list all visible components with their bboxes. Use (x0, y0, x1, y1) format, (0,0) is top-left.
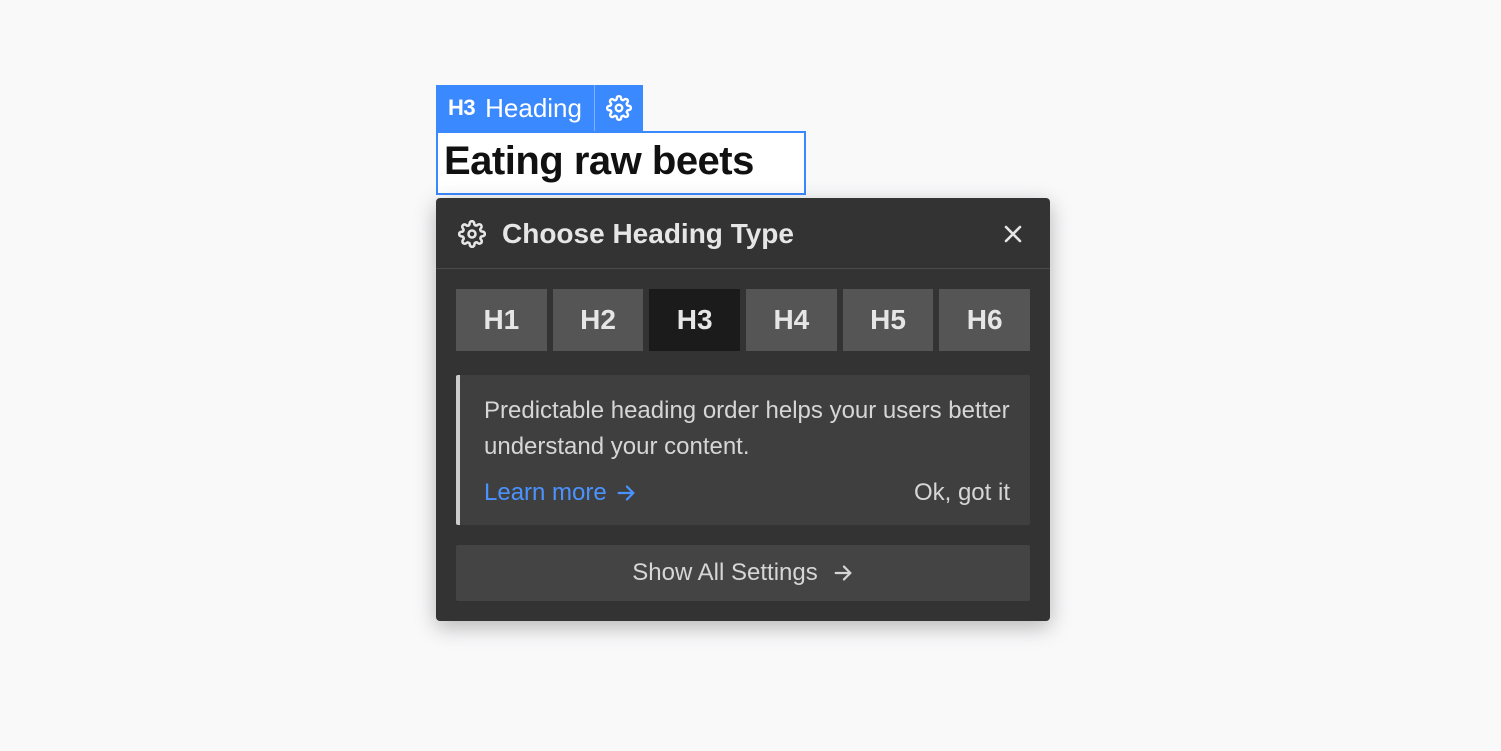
heading-level-h5-button[interactable]: H5 (843, 289, 934, 351)
heading-level-h2-button[interactable]: H2 (553, 289, 644, 351)
tip-actions: Learn more Ok, got it (484, 479, 1010, 507)
block-tag: H3 Heading (436, 85, 643, 131)
heading-level-h4-button[interactable]: H4 (746, 289, 837, 351)
tip-text: Predictable heading order helps your use… (484, 393, 1010, 465)
heading-level-h3-button[interactable]: H3 (649, 289, 740, 351)
heading-level-icon: H3 (448, 95, 475, 121)
panel-body: H1H2H3H4H5H6 Predictable heading order h… (436, 269, 1050, 545)
learn-more-label: Learn more (484, 479, 607, 507)
block-settings-button[interactable] (595, 85, 643, 131)
block-tag-label: Heading (485, 93, 582, 124)
heading-content: Eating raw beets (444, 139, 794, 183)
dismiss-button[interactable]: Ok, got it (914, 479, 1010, 507)
gear-icon (606, 95, 632, 121)
panel-header: Choose Heading Type (436, 198, 1050, 269)
show-all-settings-button[interactable]: Show All Settings (456, 545, 1030, 601)
heading-level-row: H1H2H3H4H5H6 (456, 289, 1030, 351)
block-tag-main[interactable]: H3 Heading (436, 85, 595, 131)
close-button[interactable] (998, 219, 1028, 249)
learn-more-link[interactable]: Learn more (484, 479, 637, 507)
show-all-label: Show All Settings (632, 559, 817, 587)
heading-type-panel: Choose Heading Type H1H2H3H4H5H6 Predict… (436, 198, 1050, 621)
close-icon (1001, 222, 1025, 246)
arrow-right-icon (615, 482, 637, 504)
heading-block: H3 Heading Eating raw beets (436, 85, 806, 195)
arrow-right-icon (832, 562, 854, 584)
heading-level-h6-button[interactable]: H6 (939, 289, 1030, 351)
heading-level-h1-button[interactable]: H1 (456, 289, 547, 351)
panel-title: Choose Heading Type (502, 218, 982, 250)
gear-icon (458, 220, 486, 248)
heading-content-box[interactable]: Eating raw beets (436, 131, 806, 195)
tip-box: Predictable heading order helps your use… (456, 375, 1030, 525)
